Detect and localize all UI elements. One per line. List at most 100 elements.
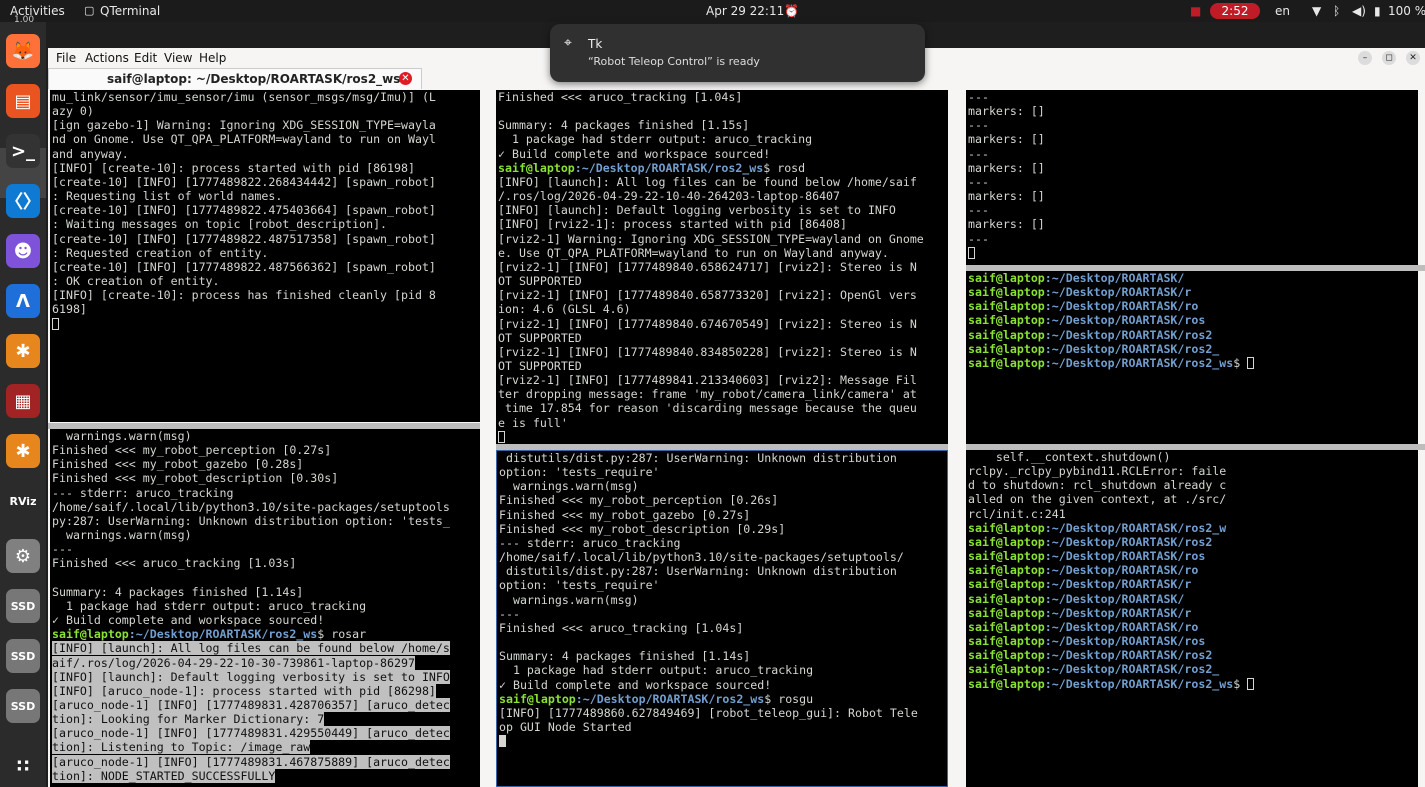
dock-ssd1-icon[interactable]: SSD [6,589,40,623]
stop-icon[interactable]: ■ [1190,4,1201,18]
output-text: --- [499,606,520,621]
output-line: [aruco_node-1] [INFO] [1777489831.428706… [52,697,480,712]
prompt-path: :~/Desktop/ROARTASK/ro [1044,619,1199,634]
output-line: [INFO] [create-10]: process started with… [52,161,480,175]
clock[interactable]: Apr 29 22:11 [706,4,784,18]
bluetooth-icon[interactable]: ᛒ [1333,4,1340,18]
output-line: [create-10] [INFO] [1777489822.268434442… [52,175,480,189]
dock-ghost-icon[interactable]: ☻ [6,234,40,268]
prompt-user: saif@laptop [968,534,1045,549]
splitter-vertical-1[interactable] [480,90,496,787]
dock-ros-icon[interactable]: ✱ [6,334,40,368]
dock-ssd3-icon[interactable]: SSD [6,689,40,723]
prompt-user: saif@laptop [968,285,1045,300]
prompt-path: :~/Desktop/ROARTASK/r [1044,577,1192,592]
minimize-button[interactable]: – [1358,51,1372,65]
dock-apps-icon[interactable]: ∷ [6,749,40,783]
output-line [52,317,480,331]
battery-icon[interactable]: ▮ [1374,4,1381,18]
prompt-user: saif@laptop [968,313,1045,328]
terminal-pane-bottom-right[interactable]: self.__context.shutdown() rclpy._rclpy_py… [966,450,1418,787]
output-text: ter dropping message: frame 'my_robot/ca… [498,387,917,402]
output-text: and anyway. [52,146,129,161]
menu-help[interactable]: Help [199,51,226,65]
menu-file[interactable]: File [56,51,76,65]
output-line: [INFO] [launch]: All log files can be fo… [498,175,948,189]
terminal-pane-top-left[interactable]: mu_link/sensor/imu_sensor/imu (sensor_ms… [50,90,480,422]
output-text: : OK creation of entity. [52,274,220,289]
dock-arduino-icon[interactable]: Ʌ [6,284,40,318]
prompt-path: :~/Desktop/ROARTASK/ros2_ws [1044,676,1234,691]
output-line: --- stderr: aruco_tracking [52,486,480,500]
prompt-line: saif@laptop:~/Desktop/ROARTASK/r [968,606,1418,620]
output-line: py:287: UserWarning: Unknown distributio… [52,514,480,528]
output-text: : Waiting messages on topic [robot_descr… [52,217,388,232]
prompt-path: :~/Desktop/ROARTASK/ [1044,591,1185,606]
dock-vscode-icon[interactable]: 〈〉 [5,184,41,218]
prompt-user: saif@laptop [968,662,1045,677]
output-line: /home/saif/.local/lib/python3.10/site-pa… [52,500,480,514]
tab-terminal[interactable]: saif@laptop: ~/Desktop/ROARTASK/ros2_ws … [48,68,422,89]
output-text: : Requested creation of entity. [52,245,269,260]
dock-files-icon[interactable]: ▤ [6,84,40,118]
menu-edit[interactable]: Edit [134,51,157,65]
dock-ros2-icon[interactable]: ✱ [6,434,40,468]
output-line: aif/.ros/log/2026-04-29-22-10-30-739861-… [52,655,480,670]
dock: 1.00 🦊 ▤ >_ 〈〉 ☻ Ʌ ✱ ▦ ✱ RViz ⚙ SSD SSD SSD ∷ [0,15,46,787]
terminal-pane-middle-right[interactable]: saif@laptop:~/Desktop/ROARTASK/saif@lapt… [966,271,1418,444]
output-line: ✓ Build complete and workspace sourced! [52,613,480,627]
wifi-icon[interactable]: ▼ [1312,4,1321,18]
dock-monitor-icon[interactable]: ▦ [6,384,40,418]
prompt-path: :~/Desktop/ROARTASK/ros2_ws [128,627,318,642]
output-text: ✓ Build complete and workspace sourced! [498,146,771,161]
menu-view[interactable]: View [164,51,192,65]
prompt-user: saif@laptop [968,676,1045,691]
output-text: Summary: 4 packages finished [1.14s] [499,649,751,664]
prompt-path: :~/Desktop/ROARTASK/ros [1044,313,1206,328]
dock-firefox-icon[interactable]: 🦊 [6,34,40,68]
recording-indicator[interactable]: 2:52 [1210,3,1260,19]
dock-settings-icon[interactable]: ⚙ [6,539,40,573]
output-text: [rviz2-1] [INFO] [1777489840.674670549] … [498,316,917,331]
terminal-pane-top-middle[interactable]: Finished <<< aruco_tracking [1.04s] Summ… [496,90,948,444]
terminal-pane-top-right[interactable]: --- markers: [] --- markers: [] --- markers: … [966,90,1418,265]
output-text: [rviz2-1] Warning: Ignoring XDG_SESSION_… [498,231,924,246]
volume-icon[interactable]: ◀) [1352,4,1366,18]
splitter-vertical-2[interactable] [948,90,966,787]
terminal-pane-bottom-middle[interactable]: distutils/dist.py:287: UserWarning: Unkn… [496,450,948,787]
output-line: Summary: 4 packages finished [1.15s] [498,118,948,132]
output-text: [INFO] [launch]: Default logging verbosi… [52,669,450,684]
prompt-line: saif@laptop:~/Desktop/ROARTASK/ros2_ws$ [968,677,1418,691]
prompt-line: saif@laptop:~/Desktop/ROARTASK/ros2_w [968,521,1418,535]
prompt-line: saif@laptop:~/Desktop/ROARTASK/ [968,271,1418,285]
text-cursor [1247,677,1255,690]
app-name[interactable]: QTerminal [100,4,160,18]
language-indicator[interactable]: en [1275,4,1290,18]
prompt-command: $ rosar [317,627,367,642]
maximize-button[interactable]: ◻ [1382,51,1396,65]
prompt-user: saif@laptop [968,619,1045,634]
output-text: warnings.warn(msg) [499,592,639,607]
output-line: --- [968,90,1418,104]
output-text: Finished <<< my_robot_perception [0.26s] [499,493,779,508]
dock-terminal-icon[interactable]: >_ [6,134,40,168]
prompt-line: saif@laptop:~/Desktop/ROARTASK/ros2_ws$ [968,356,1418,370]
output-text: --- stderr: aruco_tracking [52,485,234,500]
output-line: Finished <<< my_robot_description [0.30s… [52,471,480,485]
output-text: ion: 4.6 (GLSL 4.6) [498,302,631,317]
terminal-pane-bottom-left[interactable]: warnings.warn(msg) Finished <<< my_robot_… [50,429,480,787]
output-line: OT SUPPORTED [498,274,948,288]
dock-rviz-icon[interactable]: RViz [6,484,40,518]
dock-ssd2-icon[interactable]: SSD [6,639,40,673]
prompt-path: :~/Desktop/ROARTASK/ros2 [1044,534,1213,549]
output-line: : Requested creation of entity. [52,246,480,260]
prompt-user: saif@laptop [968,605,1045,620]
menu-actions[interactable]: Actions [85,51,129,65]
output-text: Finished <<< my_robot_perception [0.27s] [52,443,332,458]
output-line: option: 'tests_require' [499,465,947,479]
output-text: /home/saif/.local/lib/python3.10/site-pa… [52,499,450,514]
close-window-button[interactable]: ✕ [1406,51,1420,65]
notification-popup[interactable]: ⌖ Tk “Robot Teleop Control” is ready [550,24,925,82]
output-text: ✓ Build complete and workspace sourced! [52,613,325,628]
tab-close-icon[interactable]: ✕ [399,72,412,85]
